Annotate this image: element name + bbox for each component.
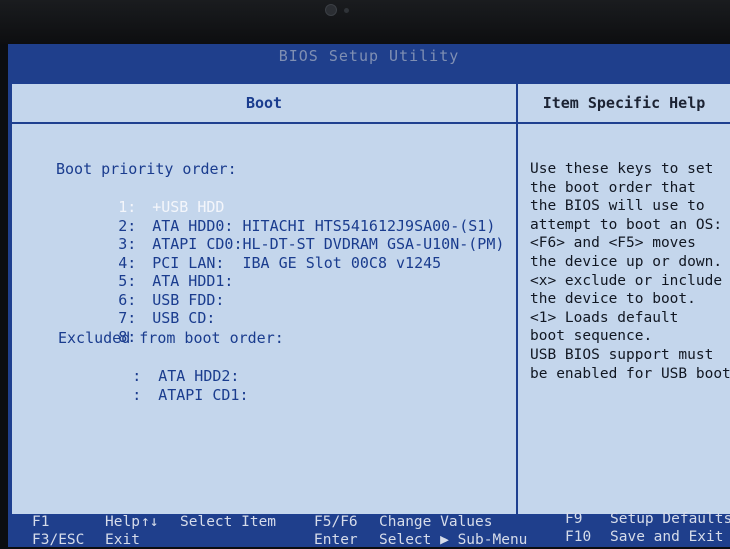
excluded-marker: :	[132, 385, 142, 404]
f3-esc-key[interactable]: F3/ESC	[32, 531, 84, 549]
up-down-arrows-icon[interactable]: ↑↓	[141, 513, 158, 531]
help-line: the device to boot.	[530, 291, 696, 308]
f10-key[interactable]: F10	[565, 528, 591, 546]
help-line: the device up or down.	[530, 253, 723, 270]
help-line: the boot order that	[530, 179, 696, 196]
help-heading: Item Specific Help	[518, 84, 730, 124]
help-line: <1> Loads default	[530, 309, 679, 326]
boot-panel: Boot Boot priority order: 1: +USB HDD 2: A…	[10, 82, 518, 516]
f9-key[interactable]: F9	[565, 510, 582, 528]
f5f6-key[interactable]: F5/F6	[314, 513, 358, 531]
bios-screen: BIOS Setup Utility Boot Boot priority or…	[8, 44, 730, 549]
laptop-bezel	[0, 0, 730, 44]
f1-desc: Help	[105, 514, 140, 530]
f9-desc: Setup Defaults	[610, 511, 730, 527]
help-line: <F6> and <F5> moves	[530, 235, 696, 252]
help-line: boot sequence.	[530, 328, 653, 345]
help-panel: Item Specific Help Use these keys to set…	[516, 82, 730, 516]
help-line: be enabled for USB boot.	[530, 365, 730, 382]
help-line: the BIOS will use to	[530, 198, 705, 215]
f5f6-desc: Change Values	[379, 514, 493, 530]
boot-item-device: USB CD:	[152, 309, 216, 327]
key-legend: F1 Help ↑↓ Select Item F5/F6 Change Valu…	[8, 511, 730, 549]
webcam-icon	[325, 4, 337, 16]
help-line: USB BIOS support must	[530, 346, 714, 363]
f10-desc: Save and Exit	[610, 529, 724, 545]
f3-esc-desc: Exit	[105, 532, 140, 548]
help-line: attempt to boot an OS:	[530, 216, 723, 233]
enter-key[interactable]: Enter	[314, 531, 358, 549]
boot-priority-label: Boot priority order:	[56, 160, 237, 178]
excluded-item-2[interactable]: : ATAPI CD1:	[78, 368, 249, 422]
enter-desc: Select ▶ Sub-Menu	[379, 532, 528, 548]
webcam-led-icon	[344, 8, 349, 13]
bios-title: BIOS Setup Utility	[278, 47, 460, 65]
help-line: <x> exclude or include	[530, 272, 723, 289]
excluded-device: ATAPI CD1:	[158, 385, 249, 404]
help-text: Use these keys to set the boot order tha…	[530, 160, 730, 383]
updown-desc: Select Item	[180, 514, 277, 530]
f1-key[interactable]: F1	[32, 513, 49, 531]
help-line: Use these keys to set	[530, 161, 714, 177]
excluded-label: Excluded from boot order:	[58, 329, 284, 347]
tab-boot[interactable]: Boot	[12, 84, 516, 124]
